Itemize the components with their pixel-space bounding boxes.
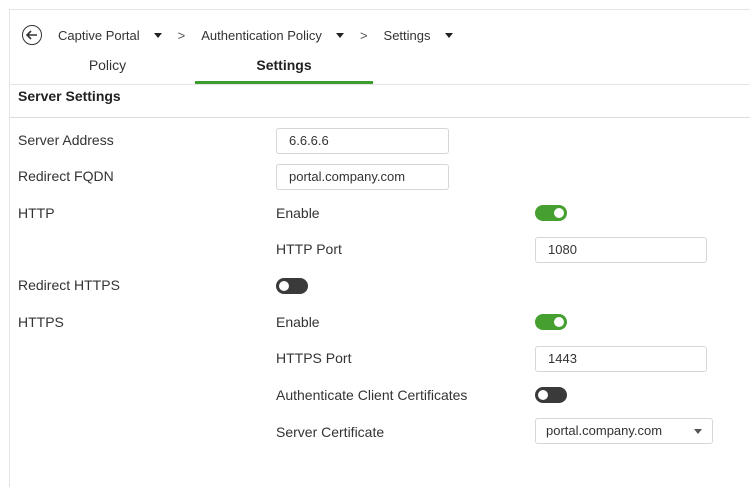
redirect-fqdn-label: Redirect FQDN (18, 168, 114, 184)
breadcrumb: Captive Portal > Authentication Policy >… (22, 22, 453, 48)
breadcrumb-separator: > (177, 27, 186, 43)
tab-settings[interactable]: Settings (195, 52, 373, 84)
chevron-down-icon (153, 32, 162, 38)
http-enable-toggle[interactable] (535, 205, 567, 221)
breadcrumb-captive-portal[interactable]: Captive Portal (58, 28, 162, 43)
redirect-https-label: Redirect HTTPS (18, 277, 120, 293)
redirect-fqdn-input[interactable]: portal.company.com (276, 164, 449, 190)
https-enable-label: Enable (276, 314, 320, 330)
https-label: HTTPS (18, 314, 64, 330)
back-arrow-icon (26, 30, 37, 40)
tabs-divider (10, 84, 750, 85)
http-label: HTTP (18, 205, 55, 221)
toggle-knob (279, 281, 289, 291)
http-port-label: HTTP Port (276, 241, 342, 257)
server-address-input[interactable]: 6.6.6.6 (276, 128, 449, 154)
section-title: Server Settings (18, 88, 121, 104)
server-certificate-select[interactable]: portal.company.com (535, 418, 713, 444)
section-divider (10, 117, 750, 118)
chevron-down-icon (444, 32, 453, 38)
back-button[interactable] (22, 25, 42, 45)
toggle-knob (538, 390, 548, 400)
toggle-knob (554, 208, 564, 218)
auth-client-certs-label: Authenticate Client Certificates (276, 387, 468, 403)
breadcrumb-separator: > (359, 27, 368, 43)
server-certificate-value: portal.company.com (546, 423, 663, 438)
chevron-down-icon (694, 429, 702, 434)
https-enable-toggle[interactable] (535, 314, 567, 330)
server-certificate-label: Server Certificate (276, 424, 385, 440)
http-enable-label: Enable (276, 205, 320, 221)
breadcrumb-label: Settings (383, 27, 431, 43)
redirect-https-toggle[interactable] (276, 278, 308, 294)
https-port-label: HTTPS Port (276, 350, 352, 366)
http-port-input[interactable]: 1080 (535, 237, 707, 263)
breadcrumb-label: Authentication Policy (201, 27, 322, 43)
https-port-input[interactable]: 1443 (535, 346, 707, 372)
breadcrumb-settings[interactable]: Settings (384, 28, 453, 43)
chevron-down-icon (335, 32, 344, 38)
server-address-label: Server Address (18, 132, 114, 148)
auth-client-certs-toggle[interactable] (535, 387, 567, 403)
breadcrumb-authentication-policy[interactable]: Authentication Policy (201, 28, 344, 43)
toggle-knob (554, 317, 564, 327)
breadcrumb-label: Captive Portal (58, 27, 140, 43)
tab-policy[interactable]: Policy (20, 52, 195, 84)
